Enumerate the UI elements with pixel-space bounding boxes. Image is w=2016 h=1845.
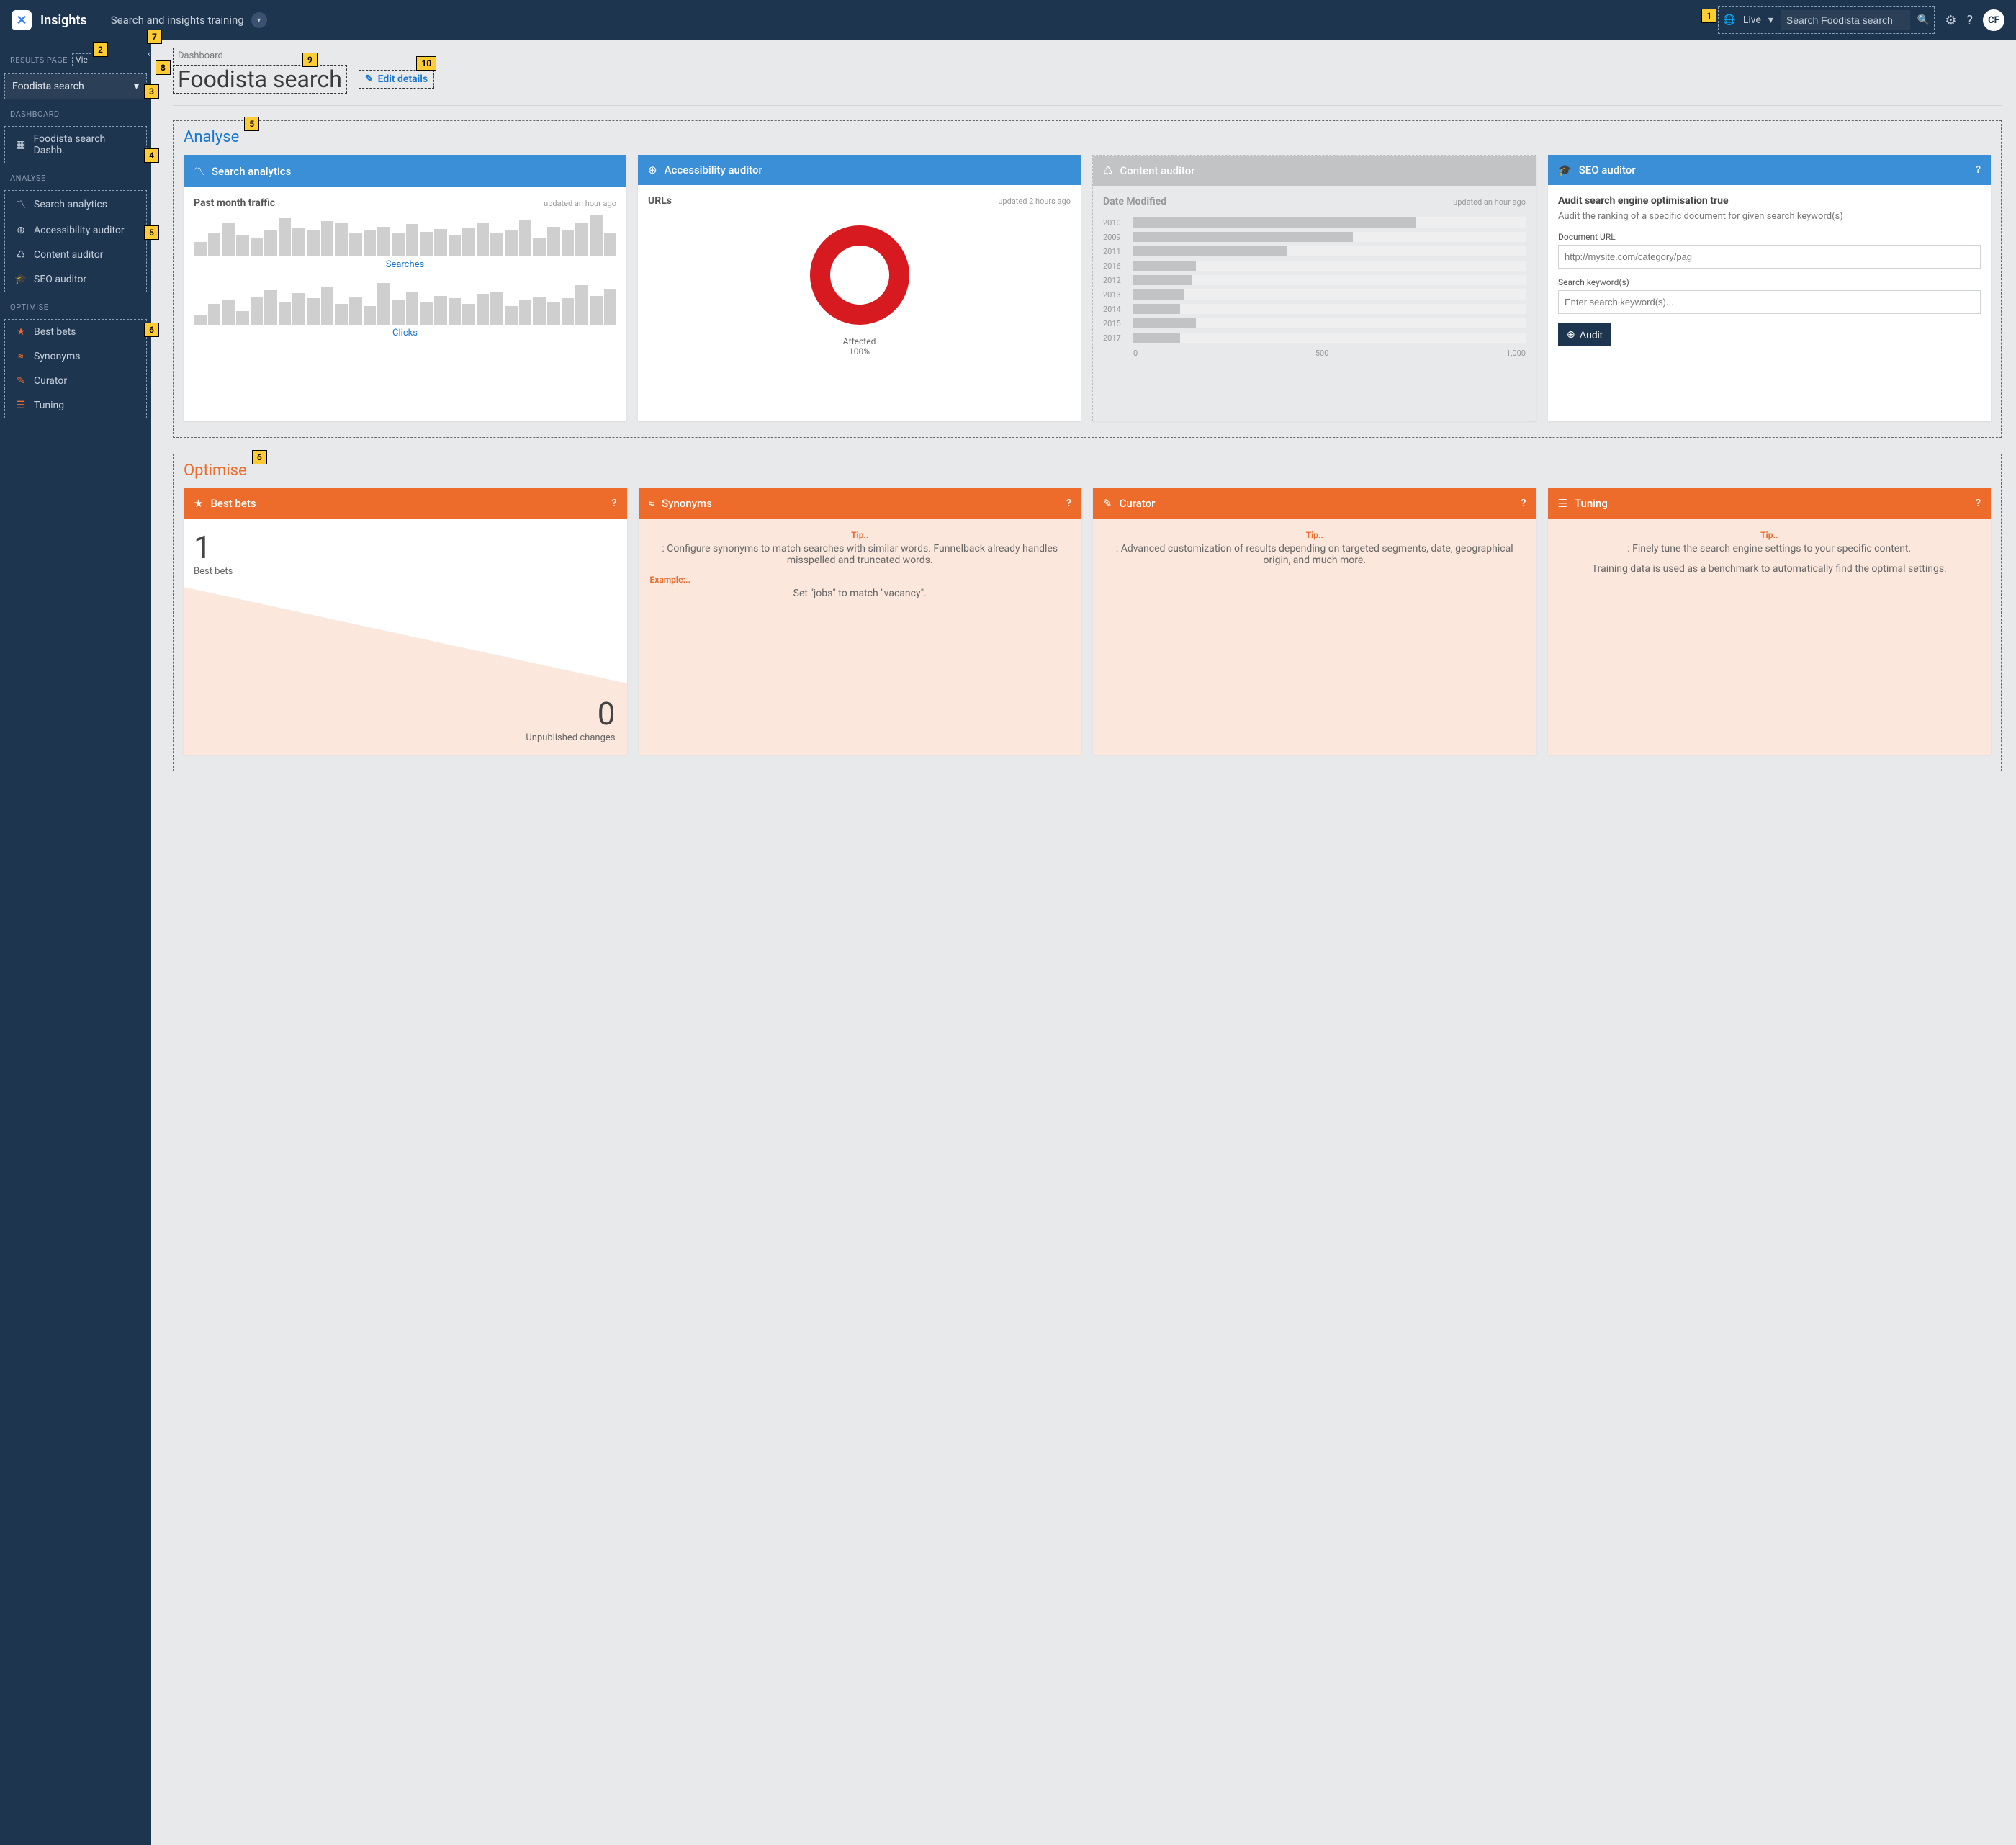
pulse-icon: 〽 xyxy=(194,163,204,179)
help-icon[interactable]: ? xyxy=(1066,498,1071,509)
annotation-3: 3 xyxy=(144,84,159,99)
annotation-5a: 5 xyxy=(144,225,159,240)
view-label[interactable]: Vie 2 xyxy=(72,53,91,66)
annotation-10: 10 xyxy=(416,56,436,71)
help-icon[interactable]: ? xyxy=(1521,498,1526,509)
approx-icon: ≈ xyxy=(649,497,655,510)
sidebar-optimise-block: ★Best bets ≈Synonyms ✎Curator ☰Tuning 6 xyxy=(4,319,147,418)
brush-icon: ✎ xyxy=(1103,497,1112,510)
globe-icon: 🌐 xyxy=(1723,14,1735,26)
sidebar-item-accessibility[interactable]: ⊕Accessibility auditor xyxy=(5,218,146,243)
sliders-icon: ☰ xyxy=(1558,497,1567,510)
approx-icon: ≈ xyxy=(15,351,27,362)
searches-chart xyxy=(194,215,616,256)
logo: ✕ xyxy=(12,10,32,30)
optimise-section: Optimise 6 ★Best bets? 1 Best bets 0 Unp xyxy=(173,454,2002,771)
sidebar-item-search-analytics[interactable]: 〽Search analytics xyxy=(5,191,146,218)
sidebar-analyse-block: 〽Search analytics ⊕Accessibility auditor… xyxy=(4,190,147,292)
env-label: Live xyxy=(1743,14,1761,26)
accessibility-icon: ⊕ xyxy=(648,163,657,176)
pulse-icon: 〽 xyxy=(15,197,27,212)
analyse-section: Analyse 5 〽 Search analytics Past month … xyxy=(173,120,2002,438)
gear-icon[interactable]: ⚙ xyxy=(1945,13,1956,28)
card-best-bets[interactable]: ★Best bets? 1 Best bets 0 Unpublished ch… xyxy=(184,488,627,755)
chevron-down-icon[interactable]: ▾ xyxy=(1768,14,1773,26)
app-title: Insights xyxy=(40,13,87,28)
graduation-icon: 🎓 xyxy=(15,274,27,285)
accessibility-icon: ⊕ xyxy=(15,225,27,236)
search-keywords-input[interactable] xyxy=(1558,290,1981,314)
donut-chart xyxy=(806,221,914,329)
context-label: Search and insights training xyxy=(111,14,244,27)
avatar[interactable]: CF xyxy=(1983,9,2004,31)
annotation-9: 9 xyxy=(302,53,318,67)
edit-details-button[interactable]: ✎ Edit details 10 xyxy=(359,70,434,89)
annotation-7: 7 xyxy=(147,30,162,44)
annotation-1: 1 xyxy=(1701,9,1716,23)
section-heading-optimise: Optimise 6 xyxy=(184,462,247,480)
star-icon: ★ xyxy=(15,326,27,338)
section-label-dashboard: DASHBOARD xyxy=(10,109,60,119)
card-synonyms[interactable]: ≈Synonyms? Tip.. : Configure synonyms to… xyxy=(639,488,1082,755)
headphones-icon: ♺ xyxy=(15,249,27,261)
search-icon[interactable]: 🔍 xyxy=(1917,14,1930,26)
card-curator[interactable]: ✎Curator? Tip.. : Advanced customization… xyxy=(1093,488,1536,755)
section-label-optimise: OPTIMISE xyxy=(10,302,48,312)
hbar-chart: 201020092011201620122013201420152017 xyxy=(1103,217,1526,343)
help-icon[interactable]: ? xyxy=(1976,498,1981,509)
annotation-6b: 6 xyxy=(252,450,267,464)
annotation-6a: 6 xyxy=(144,323,159,337)
sliders-icon: ☰ xyxy=(15,400,27,411)
sidebar-item-dashboard[interactable]: ▦ Foodista search Dashb. xyxy=(5,127,146,163)
annotation-5b: 5 xyxy=(244,117,259,131)
sidebar-item-content-auditor[interactable]: ♺Content auditor xyxy=(5,243,146,267)
card-search-analytics[interactable]: 〽 Search analytics Past month traffic up… xyxy=(184,155,626,421)
section-label-results: RESULTS PAGE xyxy=(10,55,68,65)
sidebar-item-tuning[interactable]: ☰Tuning xyxy=(5,393,146,418)
card-tuning[interactable]: ☰Tuning? Tip.. : Finely tune the search … xyxy=(1548,488,1992,755)
card-accessibility[interactable]: ⊕ Accessibility auditor URLs updated 2 h… xyxy=(638,155,1081,421)
graduation-icon: 🎓 xyxy=(1558,163,1572,176)
context-switch-button[interactable]: ▾ xyxy=(251,12,267,28)
chevron-down-icon: ▾ xyxy=(134,81,139,92)
help-icon[interactable]: ? xyxy=(1966,13,1973,28)
main-content: Dashboard 8 Foodista search 9 ✎ Edit det… xyxy=(151,40,2016,1845)
sidebar-item-curator[interactable]: ✎Curator xyxy=(5,369,146,393)
clicks-chart xyxy=(194,283,616,325)
live-search-group: 1 🌐 Live ▾ 🔍 xyxy=(1718,6,1935,34)
sidebar-collection-block: Foodista search ▾ 3 xyxy=(4,73,147,99)
annotation-8: 8 xyxy=(156,60,171,75)
help-icon[interactable]: ? xyxy=(1976,164,1981,176)
section-heading-analyse: Analyse 5 xyxy=(184,128,239,146)
pencil-icon: ✎ xyxy=(365,73,374,85)
card-seo-auditor: 🎓 SEO auditor ? Audit search engine opti… xyxy=(1548,155,1991,421)
star-icon: ★ xyxy=(194,497,203,510)
search-input[interactable] xyxy=(1781,10,1910,30)
sidebar-item-seo-auditor[interactable]: 🎓SEO auditor xyxy=(5,267,146,292)
sidebar-collection-select[interactable]: Foodista search ▾ xyxy=(5,74,146,99)
section-label-analyse: ANALYSE xyxy=(10,174,46,183)
sidebar: ‹ 7 RESULTS PAGE Vie 2 Foodista search ▾… xyxy=(0,40,151,1845)
brush-icon: ✎ xyxy=(15,375,27,387)
grid-icon: ▦ xyxy=(15,139,27,151)
annotation-4: 4 xyxy=(144,148,159,163)
help-icon[interactable]: ? xyxy=(612,498,617,509)
sidebar-item-synonyms[interactable]: ≈Synonyms xyxy=(5,344,146,369)
breadcrumb: Dashboard xyxy=(173,48,228,63)
headphones-icon: ♺ xyxy=(1103,164,1112,177)
sidebar-item-best-bets[interactable]: ★Best bets xyxy=(5,320,146,344)
document-url-input[interactable] xyxy=(1558,245,1981,269)
card-content-auditor[interactable]: ♺ Content auditor Date Modified updated … xyxy=(1092,155,1536,421)
page-title: Foodista search xyxy=(178,66,342,93)
sidebar-dashboard-block: ▦ Foodista search Dashb. 4 xyxy=(4,126,147,163)
app-header: ✕ Insights Search and insights training … xyxy=(0,0,2016,40)
annotation-2: 2 xyxy=(93,42,108,57)
plus-circle-icon: ⊕ xyxy=(1567,328,1575,341)
page-title-box: Foodista search 9 xyxy=(173,65,347,94)
audit-button[interactable]: ⊕ Audit xyxy=(1558,323,1611,346)
